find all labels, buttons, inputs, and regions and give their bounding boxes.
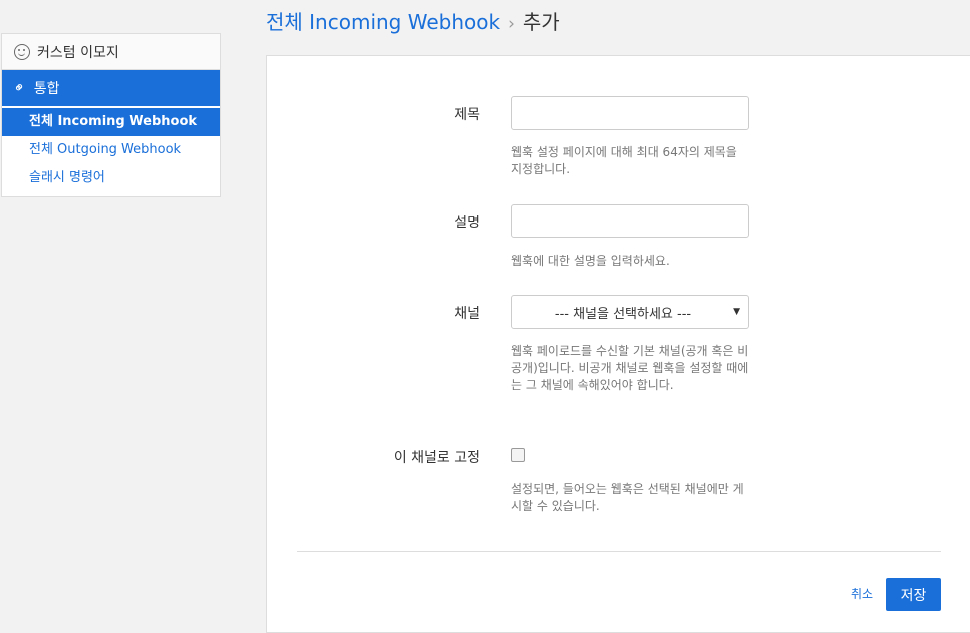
breadcrumb-parent-link[interactable]: 전체 Incoming Webhook [266, 10, 500, 34]
description-label: 설명 [454, 215, 480, 231]
form-divider [297, 551, 941, 552]
sidebar-item-incoming-webhook[interactable]: 전체 Incoming Webhook [2, 108, 220, 136]
description-input[interactable] [511, 204, 749, 238]
admin-sidebar: 커스텀 이모지 ⚭ 통합 전체 Incoming Webhook 전체 Outg… [1, 33, 221, 197]
webhook-form-panel: 제목 웹훅 설정 페이지에 대해 최대 64자의 제목을 지정합니다. 설명 웹… [266, 55, 970, 633]
sidebar-item-label: 통합 [33, 81, 60, 97]
sidebar-item-integrations[interactable]: ⚭ 통합 [2, 70, 220, 106]
channel-help-text: 웹훅 페이로드를 수신할 기본 채널(공개 혹은 비공개)입니다. 비공개 채널… [511, 344, 749, 392]
page-title: 추가 [522, 10, 560, 34]
description-help-text: 웹훅에 대한 설명을 입력하세요. [511, 254, 670, 268]
caret-down-icon: ▼ [733, 307, 740, 317]
breadcrumb: 전체 Incoming Webhook › 추가 [266, 6, 560, 35]
sidebar-item-custom-emoji[interactable]: 커스텀 이모지 [2, 34, 220, 70]
integrations-submenu: 전체 Incoming Webhook 전체 Outgoing Webhook … [2, 106, 220, 196]
sidebar-item-outgoing-webhook[interactable]: 전체 Outgoing Webhook [2, 136, 220, 164]
lock-channel-label: 이 채널로 고정 [393, 450, 480, 466]
channel-label: 채널 [454, 306, 480, 322]
channel-select[interactable]: --- 채널을 선택하세요 --- ▼ [511, 295, 749, 329]
sidebar-item-label: 커스텀 이모지 [37, 44, 119, 61]
sidebar-item-slash-commands[interactable]: 슬래시 명령어 [2, 164, 220, 192]
link-icon: ⚭ [10, 78, 30, 98]
breadcrumb-separator: › [508, 14, 515, 34]
smiley-icon [14, 43, 30, 60]
save-button[interactable]: 저장 [886, 578, 941, 611]
cancel-link[interactable]: 취소 [851, 585, 873, 602]
title-help-text: 웹훅 설정 페이지에 대해 최대 64자의 제목을 지정합니다. [511, 145, 737, 176]
lock-channel-checkbox[interactable] [511, 448, 525, 462]
channel-select-value: --- 채널을 선택하세요 --- [554, 306, 692, 322]
lock-channel-help-text: 설정되면, 들어오는 웹훅은 선택된 채널에만 게시할 수 있습니다. [511, 482, 744, 513]
title-label: 제목 [454, 107, 480, 123]
channel-row: 채널 --- 채널을 선택하세요 --- ▼ 웹훅 페이로드를 수신할 기본 채… [267, 295, 970, 392]
title-input[interactable] [511, 96, 749, 130]
